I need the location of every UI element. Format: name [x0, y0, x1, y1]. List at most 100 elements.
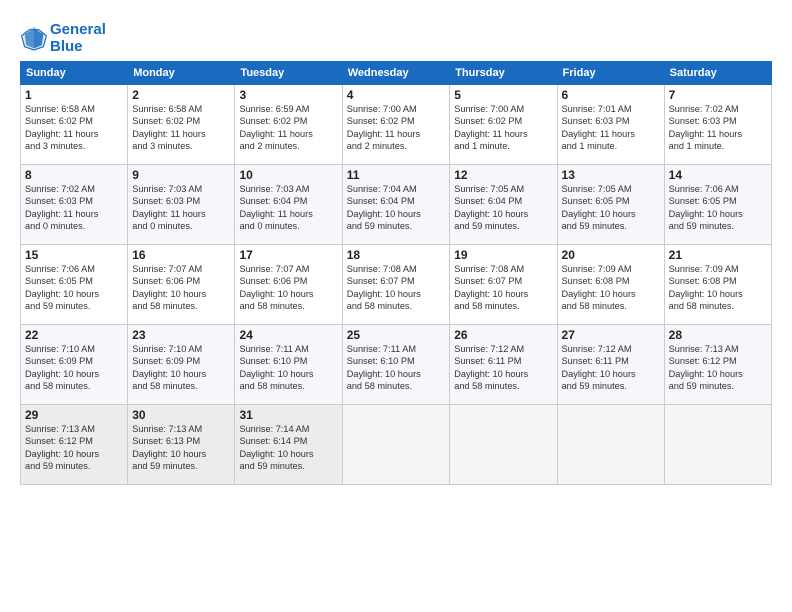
day-cell: [342, 405, 450, 485]
day-cell: 9Sunrise: 7:03 AM Sunset: 6:03 PM Daylig…: [128, 165, 235, 245]
weekday-header-saturday: Saturday: [664, 62, 771, 85]
day-number: 17: [239, 248, 337, 262]
day-number: 31: [239, 408, 337, 422]
day-number: 24: [239, 328, 337, 342]
day-number: 4: [347, 88, 446, 102]
day-cell: 25Sunrise: 7:11 AM Sunset: 6:10 PM Dayli…: [342, 325, 450, 405]
header: General Blue: [20, 18, 772, 55]
weekday-header-wednesday: Wednesday: [342, 62, 450, 85]
day-detail: Sunrise: 7:14 AM Sunset: 6:14 PM Dayligh…: [239, 423, 337, 473]
day-detail: Sunrise: 7:13 AM Sunset: 6:13 PM Dayligh…: [132, 423, 230, 473]
day-detail: Sunrise: 7:11 AM Sunset: 6:10 PM Dayligh…: [239, 343, 337, 393]
day-cell: 27Sunrise: 7:12 AM Sunset: 6:11 PM Dayli…: [557, 325, 664, 405]
day-number: 7: [669, 88, 767, 102]
logo-text: General Blue: [50, 22, 106, 55]
day-detail: Sunrise: 7:09 AM Sunset: 6:08 PM Dayligh…: [562, 263, 660, 313]
day-cell: 22Sunrise: 7:10 AM Sunset: 6:09 PM Dayli…: [21, 325, 128, 405]
week-row-4: 22Sunrise: 7:10 AM Sunset: 6:09 PM Dayli…: [21, 325, 772, 405]
day-detail: Sunrise: 7:05 AM Sunset: 6:05 PM Dayligh…: [562, 183, 660, 233]
day-cell: 16Sunrise: 7:07 AM Sunset: 6:06 PM Dayli…: [128, 245, 235, 325]
day-cell: 23Sunrise: 7:10 AM Sunset: 6:09 PM Dayli…: [128, 325, 235, 405]
day-detail: Sunrise: 7:10 AM Sunset: 6:09 PM Dayligh…: [132, 343, 230, 393]
day-cell: 20Sunrise: 7:09 AM Sunset: 6:08 PM Dayli…: [557, 245, 664, 325]
day-cell: 15Sunrise: 7:06 AM Sunset: 6:05 PM Dayli…: [21, 245, 128, 325]
day-number: 29: [25, 408, 123, 422]
day-cell: 28Sunrise: 7:13 AM Sunset: 6:12 PM Dayli…: [664, 325, 771, 405]
weekday-header-sunday: Sunday: [21, 62, 128, 85]
day-cell: 3Sunrise: 6:59 AM Sunset: 6:02 PM Daylig…: [235, 85, 342, 165]
calendar-page: General Blue SundayMondayTuesdayWednesda…: [0, 0, 792, 612]
day-detail: Sunrise: 7:02 AM Sunset: 6:03 PM Dayligh…: [25, 183, 123, 233]
day-number: 20: [562, 248, 660, 262]
logo-icon: [20, 25, 48, 53]
day-number: 2: [132, 88, 230, 102]
day-cell: 14Sunrise: 7:06 AM Sunset: 6:05 PM Dayli…: [664, 165, 771, 245]
day-detail: Sunrise: 7:07 AM Sunset: 6:06 PM Dayligh…: [239, 263, 337, 313]
weekday-header-tuesday: Tuesday: [235, 62, 342, 85]
day-number: 14: [669, 168, 767, 182]
day-number: 10: [239, 168, 337, 182]
day-cell: 18Sunrise: 7:08 AM Sunset: 6:07 PM Dayli…: [342, 245, 450, 325]
day-cell: 12Sunrise: 7:05 AM Sunset: 6:04 PM Dayli…: [450, 165, 557, 245]
day-cell: 11Sunrise: 7:04 AM Sunset: 6:04 PM Dayli…: [342, 165, 450, 245]
day-detail: Sunrise: 7:08 AM Sunset: 6:07 PM Dayligh…: [454, 263, 552, 313]
day-cell: 1Sunrise: 6:58 AM Sunset: 6:02 PM Daylig…: [21, 85, 128, 165]
day-detail: Sunrise: 7:10 AM Sunset: 6:09 PM Dayligh…: [25, 343, 123, 393]
day-number: 22: [25, 328, 123, 342]
day-number: 28: [669, 328, 767, 342]
day-number: 27: [562, 328, 660, 342]
weekday-header-thursday: Thursday: [450, 62, 557, 85]
day-cell: 4Sunrise: 7:00 AM Sunset: 6:02 PM Daylig…: [342, 85, 450, 165]
day-cell: 31Sunrise: 7:14 AM Sunset: 6:14 PM Dayli…: [235, 405, 342, 485]
day-detail: Sunrise: 7:06 AM Sunset: 6:05 PM Dayligh…: [669, 183, 767, 233]
day-detail: Sunrise: 7:00 AM Sunset: 6:02 PM Dayligh…: [454, 103, 552, 153]
week-row-1: 1Sunrise: 6:58 AM Sunset: 6:02 PM Daylig…: [21, 85, 772, 165]
week-row-3: 15Sunrise: 7:06 AM Sunset: 6:05 PM Dayli…: [21, 245, 772, 325]
day-cell: [664, 405, 771, 485]
day-cell: 10Sunrise: 7:03 AM Sunset: 6:04 PM Dayli…: [235, 165, 342, 245]
day-number: 9: [132, 168, 230, 182]
day-number: 21: [669, 248, 767, 262]
day-cell: [450, 405, 557, 485]
calendar-table: SundayMondayTuesdayWednesdayThursdayFrid…: [20, 61, 772, 485]
week-row-5: 29Sunrise: 7:13 AM Sunset: 6:12 PM Dayli…: [21, 405, 772, 485]
day-detail: Sunrise: 7:12 AM Sunset: 6:11 PM Dayligh…: [454, 343, 552, 393]
day-number: 25: [347, 328, 446, 342]
week-row-2: 8Sunrise: 7:02 AM Sunset: 6:03 PM Daylig…: [21, 165, 772, 245]
day-number: 1: [25, 88, 123, 102]
day-detail: Sunrise: 7:12 AM Sunset: 6:11 PM Dayligh…: [562, 343, 660, 393]
day-cell: 17Sunrise: 7:07 AM Sunset: 6:06 PM Dayli…: [235, 245, 342, 325]
day-number: 13: [562, 168, 660, 182]
day-detail: Sunrise: 6:58 AM Sunset: 6:02 PM Dayligh…: [25, 103, 123, 153]
day-detail: Sunrise: 7:13 AM Sunset: 6:12 PM Dayligh…: [669, 343, 767, 393]
day-detail: Sunrise: 7:06 AM Sunset: 6:05 PM Dayligh…: [25, 263, 123, 313]
day-detail: Sunrise: 7:01 AM Sunset: 6:03 PM Dayligh…: [562, 103, 660, 153]
day-detail: Sunrise: 7:09 AM Sunset: 6:08 PM Dayligh…: [669, 263, 767, 313]
day-cell: [557, 405, 664, 485]
day-detail: Sunrise: 7:02 AM Sunset: 6:03 PM Dayligh…: [669, 103, 767, 153]
day-number: 5: [454, 88, 552, 102]
logo-blue: Blue: [50, 39, 106, 56]
day-cell: 30Sunrise: 7:13 AM Sunset: 6:13 PM Dayli…: [128, 405, 235, 485]
day-cell: 21Sunrise: 7:09 AM Sunset: 6:08 PM Dayli…: [664, 245, 771, 325]
day-detail: Sunrise: 7:00 AM Sunset: 6:02 PM Dayligh…: [347, 103, 446, 153]
day-cell: 8Sunrise: 7:02 AM Sunset: 6:03 PM Daylig…: [21, 165, 128, 245]
day-detail: Sunrise: 7:03 AM Sunset: 6:04 PM Dayligh…: [239, 183, 337, 233]
day-number: 12: [454, 168, 552, 182]
day-cell: 6Sunrise: 7:01 AM Sunset: 6:03 PM Daylig…: [557, 85, 664, 165]
day-cell: 2Sunrise: 6:58 AM Sunset: 6:02 PM Daylig…: [128, 85, 235, 165]
day-number: 11: [347, 168, 446, 182]
day-number: 15: [25, 248, 123, 262]
day-number: 26: [454, 328, 552, 342]
logo-general: General: [50, 22, 106, 39]
day-number: 3: [239, 88, 337, 102]
weekday-header-friday: Friday: [557, 62, 664, 85]
day-detail: Sunrise: 7:08 AM Sunset: 6:07 PM Dayligh…: [347, 263, 446, 313]
day-cell: 13Sunrise: 7:05 AM Sunset: 6:05 PM Dayli…: [557, 165, 664, 245]
day-number: 18: [347, 248, 446, 262]
day-cell: 5Sunrise: 7:00 AM Sunset: 6:02 PM Daylig…: [450, 85, 557, 165]
logo: General Blue: [20, 22, 106, 55]
day-detail: Sunrise: 7:07 AM Sunset: 6:06 PM Dayligh…: [132, 263, 230, 313]
weekday-header-monday: Monday: [128, 62, 235, 85]
day-cell: 29Sunrise: 7:13 AM Sunset: 6:12 PM Dayli…: [21, 405, 128, 485]
